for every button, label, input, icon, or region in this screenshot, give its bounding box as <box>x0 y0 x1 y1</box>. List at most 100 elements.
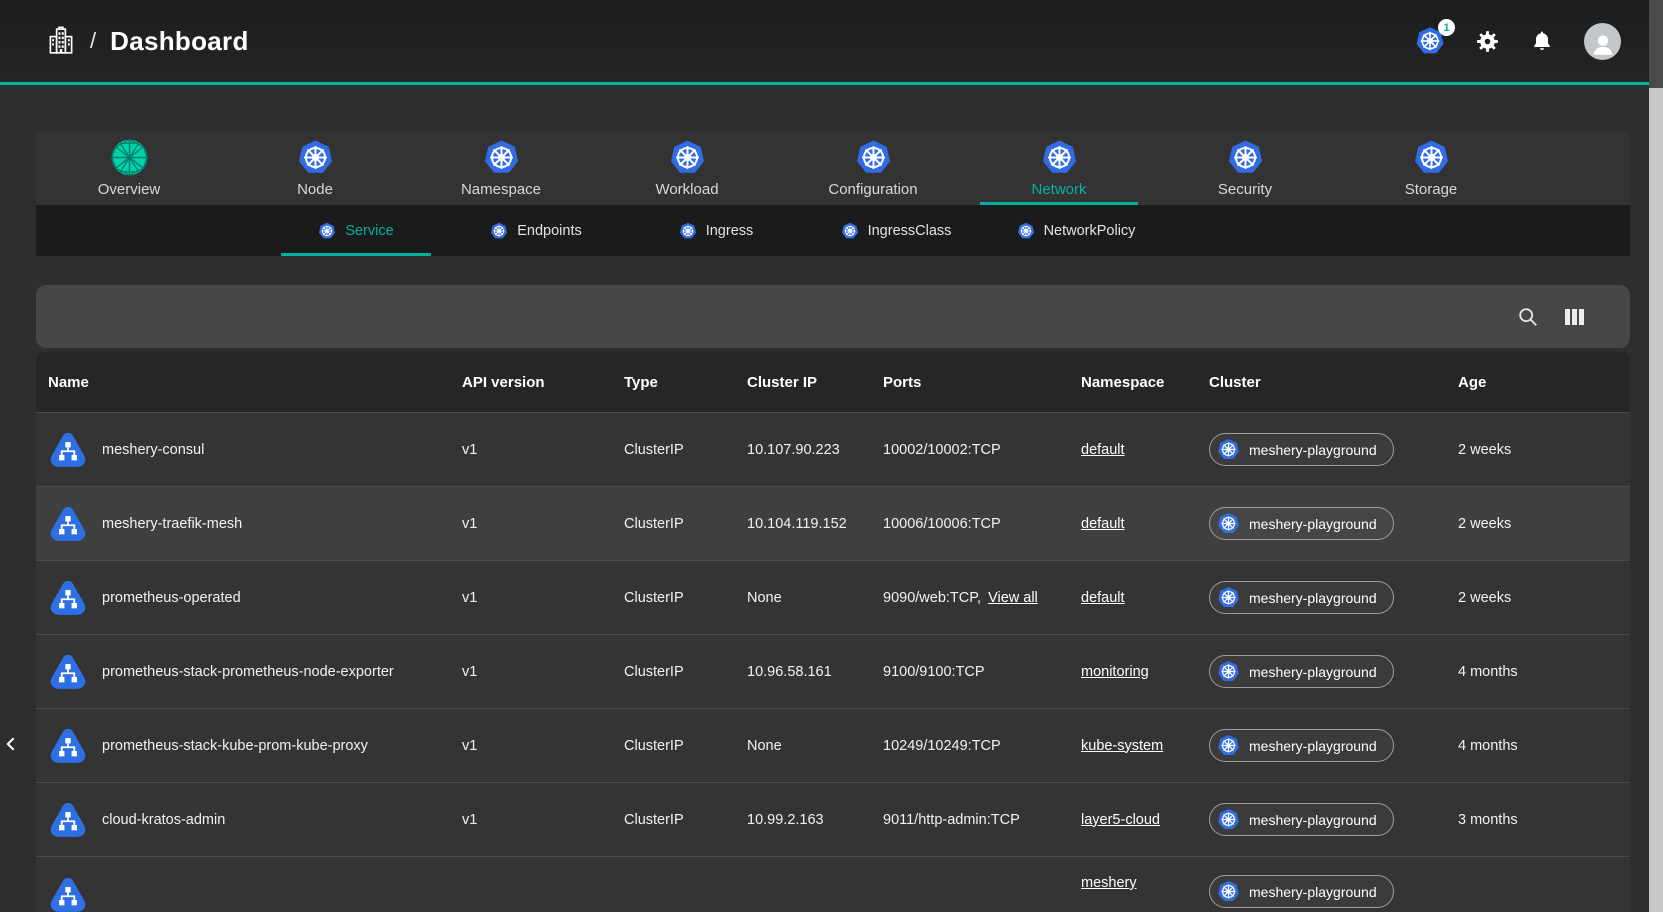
subtab-label: Endpoints <box>517 223 582 239</box>
ports: 9090/web:TCP, <box>883 590 981 606</box>
view-columns-icon[interactable] <box>1565 309 1584 325</box>
column-header-name[interactable]: Name <box>36 374 450 391</box>
ports: 10006/10006:TCP <box>883 516 1001 532</box>
tab-label: Network <box>1031 181 1086 198</box>
tab-network[interactable]: Network <box>966 132 1152 205</box>
service-name: meshery-consul <box>102 442 204 458</box>
kubernetes-icon <box>1217 512 1240 535</box>
column-header-ports[interactable]: Ports <box>871 374 1069 391</box>
table-row[interactable]: prometheus-operated v1 ClusterIP None 90… <box>36 560 1630 634</box>
kubernetes-icon <box>483 139 520 176</box>
cluster-chip[interactable]: meshery-playground <box>1209 581 1394 614</box>
service-icon <box>48 504 88 544</box>
scrollbar-track[interactable] <box>1649 88 1663 912</box>
namespace-link[interactable]: kube-system <box>1081 738 1163 754</box>
building-icon <box>46 26 76 56</box>
tab-storage[interactable]: Storage <box>1338 132 1524 205</box>
column-header-cluster[interactable]: Cluster <box>1197 374 1446 391</box>
header-actions: 1 <box>1415 23 1621 60</box>
user-avatar[interactable] <box>1584 23 1621 60</box>
tab-label: Overview <box>98 181 161 198</box>
namespace-link[interactable]: meshery <box>1081 875 1137 891</box>
cluster-name: meshery-playground <box>1249 664 1377 680</box>
kubernetes-context-button[interactable]: 1 <box>1415 26 1445 56</box>
kubernetes-icon <box>1041 139 1078 176</box>
namespace-link[interactable]: layer5-cloud <box>1081 812 1160 828</box>
settings-gear-icon[interactable] <box>1475 29 1500 54</box>
table-row[interactable]: prometheus-stack-prometheus-node-exporte… <box>36 634 1630 708</box>
breadcrumb-separator: / <box>90 28 96 54</box>
cluster-chip[interactable]: meshery-playground <box>1209 507 1394 540</box>
namespace-link[interactable]: default <box>1081 516 1125 532</box>
tab-label: Workload <box>655 181 718 198</box>
cluster-ip: None <box>735 590 871 606</box>
tab-overview[interactable]: Overview <box>36 132 222 205</box>
service-type: ClusterIP <box>612 442 735 458</box>
cluster-ip: 10.104.119.152 <box>735 516 871 532</box>
subtab-label: IngressClass <box>868 223 952 239</box>
subtab-endpoints[interactable]: Endpoints <box>446 205 626 256</box>
column-header-type[interactable]: Type <box>612 374 735 391</box>
service-name: prometheus-stack-prometheus-node-exporte… <box>102 664 394 680</box>
tab-security[interactable]: Security <box>1152 132 1338 205</box>
service-type: ClusterIP <box>612 516 735 532</box>
subtab-service[interactable]: Service <box>266 205 446 256</box>
namespace-link[interactable]: monitoring <box>1081 664 1149 680</box>
age: 4 months <box>1446 738 1630 754</box>
table-row[interactable]: meshery meshery-playground <box>36 856 1630 912</box>
kubernetes-icon <box>1217 734 1240 757</box>
network-subtabs: Service Endpoints Ingress IngressClass N… <box>36 205 1630 256</box>
table-row[interactable]: meshery-traefik-mesh v1 ClusterIP 10.104… <box>36 486 1630 560</box>
tab-namespace[interactable]: Namespace <box>408 132 594 205</box>
service-icon <box>48 652 88 692</box>
cluster-chip[interactable]: meshery-playground <box>1209 875 1394 908</box>
cluster-chip[interactable]: meshery-playground <box>1209 655 1394 688</box>
service-type: ClusterIP <box>612 738 735 754</box>
resource-category-tabs: Overview Node Namespace Workload Configu… <box>36 132 1630 205</box>
tab-label: Node <box>297 181 333 198</box>
service-icon <box>48 726 88 766</box>
table-header: Name API version Type Cluster IP Ports N… <box>36 352 1630 412</box>
search-icon[interactable] <box>1517 306 1539 328</box>
notifications-bell-icon[interactable] <box>1530 29 1554 53</box>
service-type: ClusterIP <box>612 812 735 828</box>
table-row[interactable]: meshery-consul v1 ClusterIP 10.107.90.22… <box>36 412 1630 486</box>
kubernetes-icon <box>297 139 334 176</box>
subtab-ingress[interactable]: Ingress <box>626 205 806 256</box>
view-all-ports-link[interactable]: View all <box>988 590 1038 606</box>
service-name: meshery-traefik-mesh <box>102 516 242 532</box>
subtab-networkpolicy[interactable]: NetworkPolicy <box>986 205 1166 256</box>
column-header-age[interactable]: Age <box>1446 374 1630 391</box>
kubernetes-icon <box>1217 438 1240 461</box>
column-header-api-version[interactable]: API version <box>450 374 612 391</box>
cluster-ip: None <box>735 738 871 754</box>
namespace-link[interactable]: default <box>1081 590 1125 606</box>
tab-label: Security <box>1218 181 1272 198</box>
age: 3 months <box>1446 812 1630 828</box>
api-version: v1 <box>450 516 612 532</box>
service-icon <box>48 875 88 912</box>
cluster-chip[interactable]: meshery-playground <box>1209 803 1394 836</box>
kubernetes-icon <box>1217 586 1240 609</box>
kubernetes-icon <box>669 139 706 176</box>
collapse-drawer-button[interactable] <box>2 732 22 756</box>
column-header-namespace[interactable]: Namespace <box>1069 374 1197 391</box>
namespace-link[interactable]: default <box>1081 442 1125 458</box>
tab-configuration[interactable]: Configuration <box>780 132 966 205</box>
ports: 10002/10002:TCP <box>883 442 1001 458</box>
tab-label: Storage <box>1405 181 1458 198</box>
kubernetes-icon <box>1217 660 1240 683</box>
page-scrollbar[interactable] <box>1649 0 1663 912</box>
cluster-chip[interactable]: meshery-playground <box>1209 729 1394 762</box>
ports: 10249/10249:TCP <box>883 738 1001 754</box>
table-row[interactable]: cloud-kratos-admin v1 ClusterIP 10.99.2.… <box>36 782 1630 856</box>
service-name: prometheus-stack-kube-prom-kube-proxy <box>102 738 368 754</box>
tab-workload[interactable]: Workload <box>594 132 780 205</box>
column-header-cluster-ip[interactable]: Cluster IP <box>735 374 871 391</box>
tab-node[interactable]: Node <box>222 132 408 205</box>
kubernetes-icon <box>841 222 859 240</box>
cluster-chip[interactable]: meshery-playground <box>1209 433 1394 466</box>
context-count-badge: 1 <box>1438 19 1455 36</box>
subtab-ingressclass[interactable]: IngressClass <box>806 205 986 256</box>
table-row[interactable]: prometheus-stack-kube-prom-kube-proxy v1… <box>36 708 1630 782</box>
